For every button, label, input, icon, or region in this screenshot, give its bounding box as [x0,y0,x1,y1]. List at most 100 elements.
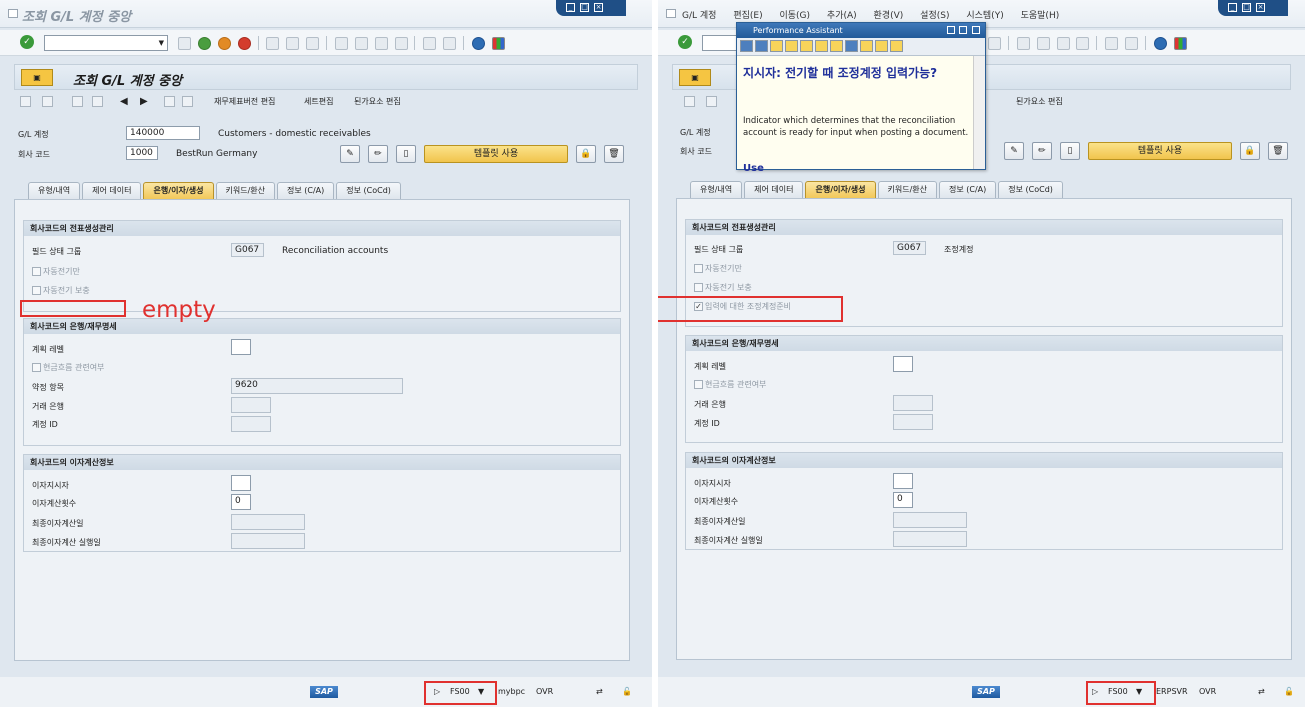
auto-post-supp-checkbox[interactable]: 자동전기 보충 [694,282,752,293]
menu-edit[interactable]: 편집(E) [733,11,762,21]
exit-icon[interactable] [217,36,231,50]
auto-post-supp-checkbox[interactable]: 자동전기 보충 [32,285,90,296]
help-icon[interactable] [1153,36,1167,50]
interest-indicator-field[interactable] [893,473,913,489]
edit-cost-element-button[interactable]: 된가요소 편집 [1016,96,1063,107]
menu-system[interactable]: 시스템(Y) [966,11,1003,21]
edit-note-icon[interactable] [815,40,828,52]
maximize-icon[interactable]: □ [1242,3,1251,12]
system-info-icon[interactable]: ⇄ [1258,687,1265,696]
find-next-icon[interactable] [306,36,320,50]
menu-goto[interactable]: 이동(G) [779,11,810,21]
menu-settings[interactable]: 설정(S) [920,11,949,21]
last-page-icon[interactable] [1076,36,1090,50]
customize-layout-icon[interactable] [491,36,505,50]
filter-icon[interactable] [164,96,178,107]
redo-icon[interactable] [92,96,106,107]
enter-check-icon[interactable]: ✓ [678,35,692,49]
last-calc-field[interactable] [231,514,305,530]
account-id-field[interactable] [893,414,933,430]
unlock-icon[interactable]: 🔓 [1284,687,1294,696]
tab-type-description[interactable]: 유형/내역 [690,181,743,198]
customize-layout-icon[interactable] [1173,36,1187,50]
command-field[interactable]: ▼ [44,35,168,51]
menu-gl-account[interactable]: G/L 계정 [682,11,716,21]
other-object-icon[interactable] [706,96,720,107]
auto-post-checkbox[interactable]: 자동전기만 [32,266,80,277]
find-icon[interactable] [286,36,300,50]
lock-icon[interactable]: 🔒 [1240,142,1260,160]
system-info-icon[interactable]: ⇄ [596,687,603,696]
house-bank-field[interactable] [231,397,271,413]
undo-icon[interactable] [72,96,86,107]
display-change-icon[interactable] [684,96,698,107]
tab-control-data[interactable]: 제어 데이터 [82,182,142,199]
unlock-icon[interactable]: 🔓 [622,687,632,696]
edit-cost-element-button[interactable]: 된가요소 편집 [354,96,401,107]
cash-flow-checkbox[interactable]: 현금흐름 관련여부 [694,379,766,390]
house-bank-field[interactable] [893,395,933,411]
delete-icon[interactable]: 🗑 [1268,142,1288,160]
interest-indicator-field[interactable] [231,475,251,491]
close-icon[interactable]: × [594,3,603,12]
tab-info-cocd[interactable]: 정보 (CoCd) [998,181,1063,198]
edit-pencil-icon[interactable]: ✏ [1032,142,1052,160]
print-icon[interactable] [266,36,280,50]
with-template-icon[interactable]: ✎ [340,145,360,163]
edit-fs-version-button[interactable]: 재무제표버전 편집 [214,96,275,107]
new-document-icon[interactable]: ▯ [396,145,416,163]
minimize-icon[interactable]: _ [566,3,575,12]
cancel-icon[interactable] [237,36,251,50]
company-code-field[interactable]: 1000 [126,146,158,160]
field-status-field[interactable]: G067 [231,243,264,257]
new-session-icon[interactable] [1105,36,1119,50]
template-button[interactable]: 템플릿 사용 [1088,142,1232,160]
delete-icon[interactable]: 🗑 [604,145,624,163]
menu-extras[interactable]: 추가(A) [827,11,857,21]
last-calc-field[interactable] [893,512,967,528]
other-object-icon[interactable] [42,96,56,107]
search-icon[interactable] [830,40,843,52]
close-icon[interactable]: × [1256,3,1265,12]
edit-pencil-icon[interactable]: ✏ [368,145,388,163]
tab-info-ca[interactable]: 정보 (C/A) [939,181,997,198]
save-icon[interactable] [178,36,191,50]
tab-info-cocd[interactable]: 정보 (CoCd) [336,182,401,199]
tab-bank-interest[interactable]: 은행/이자/생성 [143,182,214,199]
tab-bank-interest[interactable]: 은행/이자/생성 [805,181,876,198]
prev-page-icon[interactable] [354,36,368,50]
technical-info-icon[interactable] [770,40,783,52]
template-button[interactable]: 템플릿 사용 [424,145,568,163]
forward-arrow-icon[interactable] [755,40,768,52]
last-run-field[interactable] [231,533,305,549]
next-icon[interactable]: ▶ [140,96,148,107]
lock-icon[interactable]: 🔒 [576,145,596,163]
prev-page-icon[interactable] [1036,36,1050,50]
new-document-icon[interactable]: ▯ [1060,142,1080,160]
next-page-icon[interactable] [1056,36,1070,50]
help-icon[interactable] [471,36,485,50]
assistant-scrollbar[interactable] [973,56,985,169]
menu-help[interactable]: 도움말(H) [1021,11,1060,21]
print-icon[interactable] [890,40,903,52]
last-page-icon[interactable] [394,36,408,50]
chevron-down-icon[interactable]: ▼ [159,39,164,47]
back-icon[interactable] [197,36,211,50]
close-icon[interactable] [972,26,980,34]
info-icon[interactable] [875,40,888,52]
find-icon[interactable] [988,36,1001,50]
maximize-icon[interactable] [959,26,967,34]
commitment-item-field[interactable]: 9620 [231,378,403,394]
display-change-icon[interactable] [20,96,34,107]
tab-type-description[interactable]: 유형/내역 [28,182,81,199]
settings-icon[interactable] [860,40,873,52]
cash-flow-checkbox[interactable]: 현금흐름 관련여부 [32,362,104,373]
edit-set-button[interactable]: 세트편집 [304,96,333,107]
tab-keyword-translation[interactable]: 키워드/환산 [215,182,275,199]
with-template-icon[interactable]: ✎ [1004,142,1024,160]
bookmark-icon[interactable] [785,40,798,52]
new-session-icon[interactable] [423,36,437,50]
maximize-icon[interactable]: □ [580,3,589,12]
planning-level-field[interactable] [231,339,251,355]
shortcut-icon[interactable] [1125,36,1138,50]
